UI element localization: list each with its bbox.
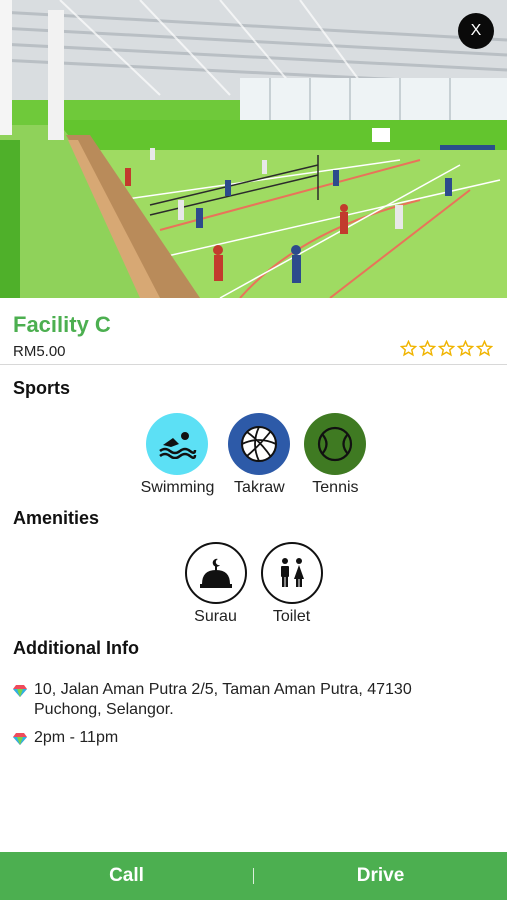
bottom-action-bar: Call Drive xyxy=(0,852,507,900)
star-icon[interactable] xyxy=(457,340,474,357)
mosque-dome-icon xyxy=(184,542,247,604)
address-text: 10, Jalan Aman Putra 2/5, Taman Aman Put… xyxy=(34,681,412,718)
tennis-ball-icon xyxy=(304,413,367,475)
hours-text: 2pm - 11pm xyxy=(34,729,119,746)
sport-item-swimming[interactable]: Swimming xyxy=(140,413,215,497)
star-icon[interactable] xyxy=(476,340,493,357)
hours-item: 2pm - 11pm xyxy=(13,728,483,748)
close-button[interactable]: X xyxy=(458,13,494,49)
facility-name: Facility C xyxy=(13,312,111,337)
call-button[interactable]: Call xyxy=(0,852,253,900)
rating-stars[interactable] xyxy=(400,340,493,357)
facility-photo-illustration xyxy=(0,0,507,298)
sport-label: Swimming xyxy=(140,479,215,496)
diamond-bullet-icon xyxy=(13,733,27,745)
star-icon[interactable] xyxy=(400,340,417,357)
sports-section-title: Sports xyxy=(13,378,71,398)
action-divider xyxy=(253,868,254,884)
toilet-people-icon xyxy=(260,542,323,604)
star-icon[interactable] xyxy=(438,340,455,357)
amenity-label: Surau xyxy=(194,608,237,625)
facility-photo: X xyxy=(0,0,507,298)
sport-item-tennis[interactable]: Tennis xyxy=(304,413,367,497)
amenities-section-title: Amenities xyxy=(13,508,100,528)
diamond-bullet-icon xyxy=(13,685,27,697)
sport-item-takraw[interactable]: Takraw xyxy=(228,413,291,497)
amenity-item-toilet[interactable]: Toilet xyxy=(260,542,323,626)
amenity-label: Toilet xyxy=(272,608,311,625)
sport-label: Takraw xyxy=(234,479,285,496)
swimmer-icon xyxy=(146,413,209,475)
additional-info-title: Additional Info xyxy=(13,638,139,658)
additional-info-list: 10, Jalan Aman Putra 2/5, Taman Aman Put… xyxy=(13,680,483,756)
facility-price: RM5.00 xyxy=(13,343,66,360)
drive-button[interactable]: Drive xyxy=(254,852,507,900)
amenity-item-surau[interactable]: Surau xyxy=(184,542,247,626)
sports-list: Swimming Takraw Tennis xyxy=(0,413,507,497)
sport-label: Tennis xyxy=(312,479,359,496)
amenities-list: Surau Toilet xyxy=(0,542,507,626)
takraw-ball-icon xyxy=(228,413,291,475)
star-icon[interactable] xyxy=(419,340,436,357)
facility-header: Facility C RM5.00 xyxy=(0,298,507,365)
address-item: 10, Jalan Aman Putra 2/5, Taman Aman Put… xyxy=(13,680,483,720)
